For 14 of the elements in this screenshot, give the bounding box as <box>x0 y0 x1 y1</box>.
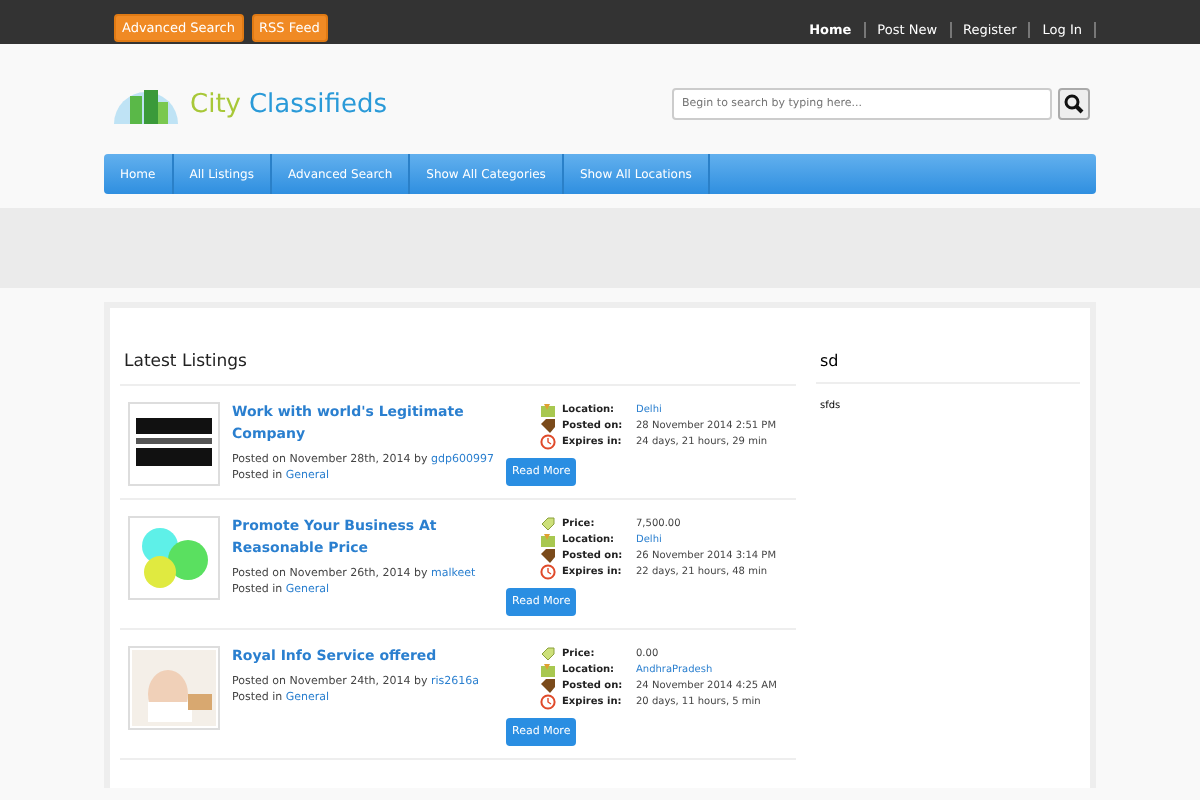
map-icon <box>540 402 556 418</box>
section-heading: Latest Listings <box>120 308 796 386</box>
logo-text: City <box>190 89 241 119</box>
logo-icon <box>110 84 182 124</box>
map-icon <box>540 532 556 548</box>
clock-icon <box>540 694 556 710</box>
search-icon <box>1064 94 1084 114</box>
clock-icon <box>540 564 556 580</box>
map-icon <box>540 662 556 678</box>
clock-icon <box>540 434 556 450</box>
tag-icon <box>540 418 556 434</box>
sidebar-heading: sd <box>816 308 1080 384</box>
logo-text: Classifieds <box>248 89 388 119</box>
search-button[interactable] <box>1058 88 1090 120</box>
